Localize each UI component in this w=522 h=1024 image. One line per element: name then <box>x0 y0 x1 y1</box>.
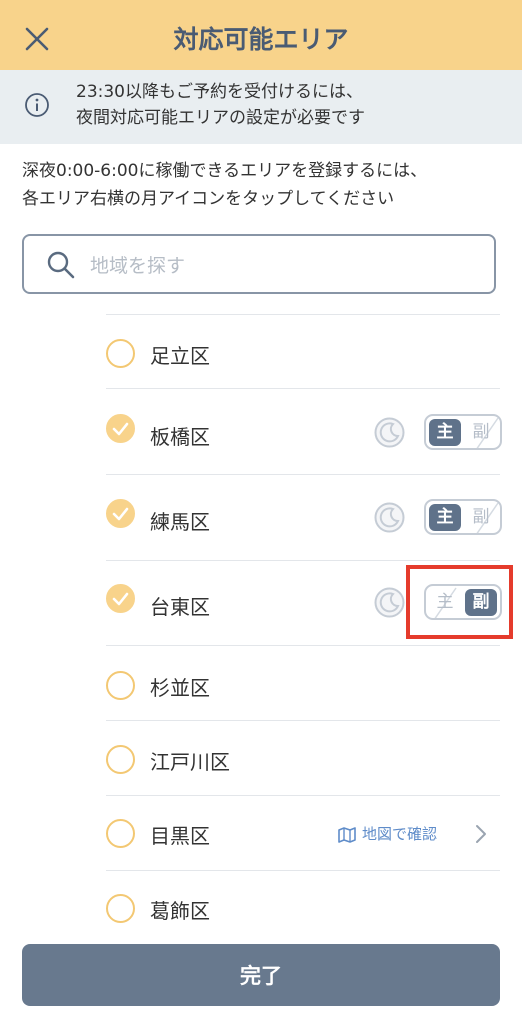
chevron-right-icon[interactable] <box>474 824 488 844</box>
area-checkbox-checked[interactable] <box>106 584 135 613</box>
area-radio[interactable] <box>106 339 135 368</box>
close-icon[interactable] <box>20 22 54 56</box>
sub-segment[interactable]: 副 <box>465 419 497 446</box>
notice-text: 23:30以降もご予約を受付けるには、 夜間対応可能エリアの設定が必要です <box>76 79 365 131</box>
moon-icon[interactable] <box>374 417 405 448</box>
area-row-taito[interactable]: 台東区 主 副 <box>106 584 502 622</box>
area-label: 目黒区 <box>150 824 210 848</box>
list-divider <box>106 720 500 721</box>
check-icon <box>112 592 129 606</box>
list-divider <box>106 314 500 315</box>
sub-segment[interactable]: 副 <box>465 589 497 616</box>
main-segment[interactable]: 主 <box>429 419 461 446</box>
search-box[interactable] <box>22 234 496 294</box>
area-row-katsushika[interactable]: 葛飾区 <box>106 892 500 926</box>
area-row-itabashi[interactable]: 板橋区 主 副 <box>106 414 502 452</box>
instruction-line-1: 深夜0:00-6:00に稼働できるエリアを登録するには、 <box>22 161 428 181</box>
list-divider <box>106 474 500 475</box>
moon-icon[interactable] <box>374 502 405 533</box>
notice-line-2: 夜間対応可能エリアの設定が必要です <box>76 108 365 128</box>
area-label: 練馬区 <box>150 510 210 534</box>
list-divider <box>106 388 500 389</box>
list-divider <box>106 870 500 871</box>
area-label: 足立区 <box>150 344 210 368</box>
check-icon <box>112 507 129 521</box>
area-row-adachi[interactable]: 足立区 <box>106 337 500 371</box>
area-label: 板橋区 <box>150 425 210 449</box>
area-checkbox-checked[interactable] <box>106 414 135 443</box>
main-sub-toggle[interactable]: 主 副 <box>424 499 502 535</box>
check-icon <box>112 422 129 436</box>
search-input[interactable] <box>88 246 482 286</box>
main-segment[interactable]: 主 <box>429 589 461 616</box>
area-radio[interactable] <box>106 745 135 774</box>
main-sub-toggle[interactable]: 主 副 <box>424 414 502 450</box>
area-label: 江戸川区 <box>150 750 230 774</box>
area-radio[interactable] <box>106 671 135 700</box>
area-radio[interactable] <box>106 894 135 923</box>
area-checkbox-checked[interactable] <box>106 499 135 528</box>
area-radio[interactable] <box>106 819 135 848</box>
page-title: 対応可能エリア <box>173 25 349 54</box>
moon-icon[interactable] <box>374 587 405 618</box>
sub-segment[interactable]: 副 <box>465 504 497 531</box>
area-label: 杉並区 <box>150 676 210 700</box>
list-divider <box>106 560 500 561</box>
instruction-line-2: 各エリア右横の月アイコンをタップしてください <box>22 189 395 209</box>
map-confirm-link[interactable]: 地図で確認 <box>338 823 437 844</box>
main-sub-toggle[interactable]: 主 副 <box>424 584 502 620</box>
area-label: 葛飾区 <box>150 899 210 923</box>
list-divider <box>106 795 500 796</box>
map-icon <box>338 826 356 843</box>
area-label: 台東区 <box>150 595 210 619</box>
list-divider <box>106 645 500 646</box>
info-icon <box>25 93 49 117</box>
app-header: 対応可能エリア <box>0 0 522 70</box>
area-row-nerima[interactable]: 練馬区 主 副 <box>106 499 502 537</box>
area-row-suginami[interactable]: 杉並区 <box>106 669 500 703</box>
done-button[interactable]: 完了 <box>22 944 500 1006</box>
search-icon <box>47 251 75 279</box>
main-segment[interactable]: 主 <box>429 504 461 531</box>
area-row-edogawa[interactable]: 江戸川区 <box>106 743 500 777</box>
area-row-meguro[interactable]: 目黒区 地図で確認 <box>106 817 500 851</box>
map-link-label: 地図で確認 <box>362 825 438 843</box>
notice-line-1: 23:30以降もご予約を受付けるには、 <box>76 82 363 102</box>
instruction-text: 深夜0:00-6:00に稼働できるエリアを登録するには、 各エリア右横の月アイコ… <box>22 157 502 213</box>
